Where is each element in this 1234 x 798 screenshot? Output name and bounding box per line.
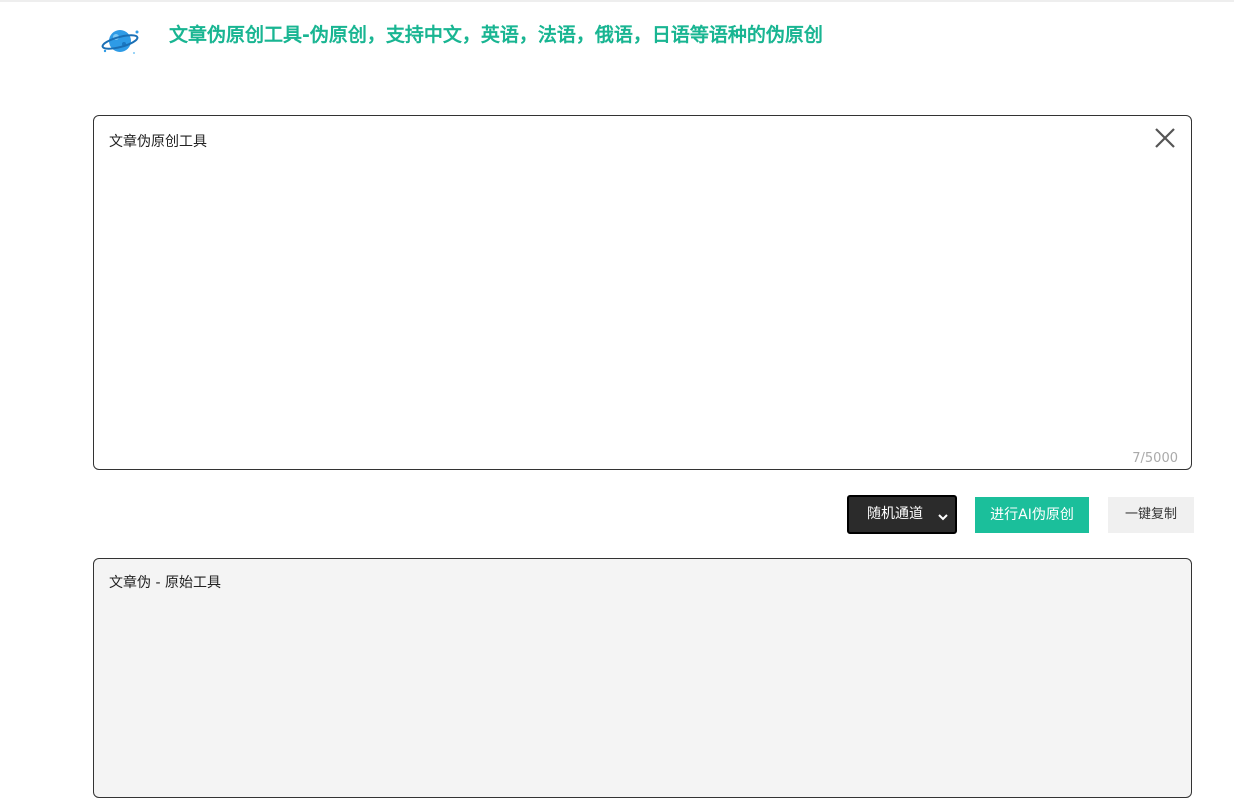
planet-logo-icon xyxy=(100,24,142,58)
chevron-down-icon xyxy=(937,508,949,521)
result-text: 文章伪 - 原始工具 xyxy=(109,575,221,591)
result-text-area[interactable]: 文章伪 - 原始工具 xyxy=(93,558,1192,798)
close-icon[interactable] xyxy=(1153,126,1177,150)
page-title: 文章伪原创工具-伪原创，支持中文，英语，法语，俄语，日语等语种的伪原创 xyxy=(169,24,823,46)
copy-button[interactable]: 一键复制 xyxy=(1108,497,1194,533)
source-text-area[interactable]: 文章伪原创工具 7/5000 xyxy=(93,115,1192,470)
channel-select-value: 随机通道 xyxy=(867,506,923,522)
source-text[interactable]: 文章伪原创工具 xyxy=(109,133,207,151)
ai-rewrite-button[interactable]: 进行AI伪原创 xyxy=(975,497,1089,533)
channel-select[interactable]: 随机通道 xyxy=(847,495,957,534)
character-counter: 7/5000 xyxy=(1132,451,1178,466)
top-divider xyxy=(0,0,1234,2)
